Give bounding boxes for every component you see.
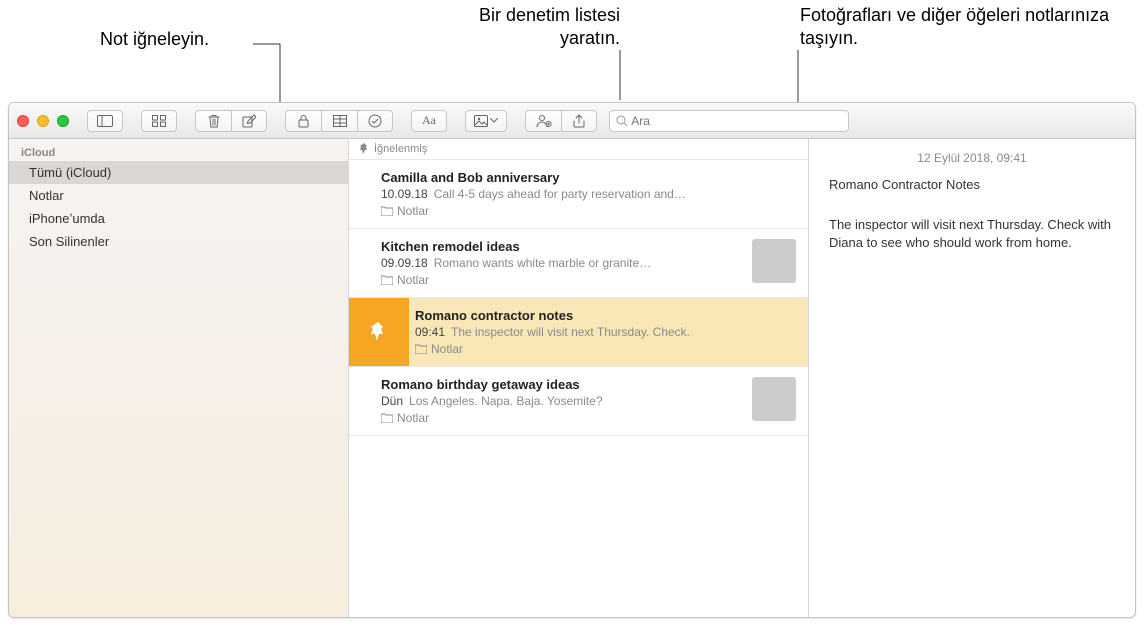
- note-item[interactable]: Romano birthday getaway ideas DünLos Ang…: [349, 367, 808, 436]
- add-people-button[interactable]: [525, 110, 561, 132]
- sidebar-item-all-icloud[interactable]: Tümü (iCloud): [9, 161, 348, 184]
- note-preview: DünLos Angeles. Napa. Baja. Yosemite?: [381, 394, 742, 408]
- sidebar-section-header: iCloud: [9, 143, 348, 161]
- trash-icon: [208, 114, 220, 128]
- note-thumbnail: [752, 377, 796, 421]
- media-button[interactable]: [465, 110, 507, 132]
- note-folder: Notlar: [381, 273, 742, 287]
- callout-media: Fotoğrafları ve diğer öğeleri notlarınız…: [800, 4, 1130, 51]
- photo-icon: [474, 115, 488, 127]
- close-button[interactable]: [17, 115, 29, 127]
- pin-badge-icon: [369, 321, 387, 343]
- table-button[interactable]: [321, 110, 357, 132]
- editor-title[interactable]: Romano Contractor Notes: [829, 177, 1115, 192]
- folder-icon: [381, 275, 393, 285]
- note-folder: Notlar: [415, 342, 796, 356]
- grid-icon: [152, 115, 166, 127]
- pin-icon: [359, 143, 369, 155]
- toggle-sidebar-button[interactable]: [87, 110, 123, 132]
- note-thumbnail: [752, 239, 796, 283]
- new-note-button[interactable]: [231, 110, 267, 132]
- note-title: Camilla and Bob anniversary: [381, 170, 796, 185]
- minimize-button[interactable]: [37, 115, 49, 127]
- folder-icon: [381, 206, 393, 216]
- sidebar-item-on-my-iphone[interactable]: iPhoneʼumda: [9, 207, 348, 230]
- folder-icon: [415, 344, 427, 354]
- sidebar: iCloud Tümü (iCloud) Notlar iPhoneʼumda …: [9, 139, 349, 617]
- search-icon: [616, 115, 627, 127]
- format-icon: Aa: [422, 113, 436, 128]
- zoom-button[interactable]: [57, 115, 69, 127]
- pinned-section-header: İğnelenmiş: [349, 139, 808, 160]
- sidebar-item-notes[interactable]: Notlar: [9, 184, 348, 207]
- app-window: Aa iCloud Tümü (iCloud) Notlar iPhon: [8, 102, 1136, 618]
- callout-checklist: Bir denetim listesi yaratın.: [420, 4, 620, 51]
- callout-pin: Not iğneleyin.: [100, 28, 209, 51]
- lock-button[interactable]: [285, 110, 321, 132]
- search-field[interactable]: [609, 110, 849, 132]
- sidebar-item-recently-deleted[interactable]: Son Silinenler: [9, 230, 348, 253]
- table-icon: [333, 115, 347, 127]
- folder-icon: [381, 413, 393, 423]
- note-preview: 09.09.18Romano wants white marble or gra…: [381, 256, 742, 270]
- lock-icon: [298, 114, 309, 128]
- note-preview: 09:41The inspector will visit next Thurs…: [415, 325, 796, 339]
- format-button[interactable]: Aa: [411, 110, 447, 132]
- editor-body[interactable]: The inspector will visit next Thursday. …: [829, 216, 1115, 252]
- view-mode-button[interactable]: [141, 110, 177, 132]
- chevron-down-icon: [490, 118, 498, 123]
- note-item-selected[interactable]: Romano contractor notes 09:41The inspect…: [349, 298, 808, 367]
- delete-button[interactable]: [195, 110, 231, 132]
- note-title: Kitchen remodel ideas: [381, 239, 742, 254]
- note-preview: 10.09.18Call 4-5 days ahead for party re…: [381, 187, 796, 201]
- note-title: Romano contractor notes: [415, 308, 796, 323]
- pinned-label: İğnelenmiş: [374, 143, 427, 155]
- note-item[interactable]: Kitchen remodel ideas 09.09.18Romano wan…: [349, 229, 808, 298]
- note-title: Romano birthday getaway ideas: [381, 377, 742, 392]
- callout-labels: Not iğneleyin. Bir denetim listesi yarat…: [0, 0, 1144, 100]
- compose-icon: [242, 114, 256, 128]
- note-list: İğnelenmiş Camilla and Bob anniversary 1…: [349, 139, 809, 617]
- checklist-icon: [368, 114, 382, 128]
- note-folder: Notlar: [381, 204, 796, 218]
- add-people-icon: [536, 114, 552, 128]
- share-button[interactable]: [561, 110, 597, 132]
- note-item[interactable]: Camilla and Bob anniversary 10.09.18Call…: [349, 160, 808, 229]
- note-folder: Notlar: [381, 411, 742, 425]
- checklist-button[interactable]: [357, 110, 393, 132]
- search-input[interactable]: [631, 114, 842, 128]
- note-timestamp: 12 Eylül 2018, 09:41: [829, 151, 1115, 165]
- sidebar-icon: [97, 115, 113, 127]
- share-icon: [573, 114, 585, 128]
- titlebar: Aa: [9, 103, 1135, 139]
- note-editor[interactable]: 12 Eylül 2018, 09:41 Romano Contractor N…: [809, 139, 1135, 617]
- traffic-lights: [17, 115, 83, 127]
